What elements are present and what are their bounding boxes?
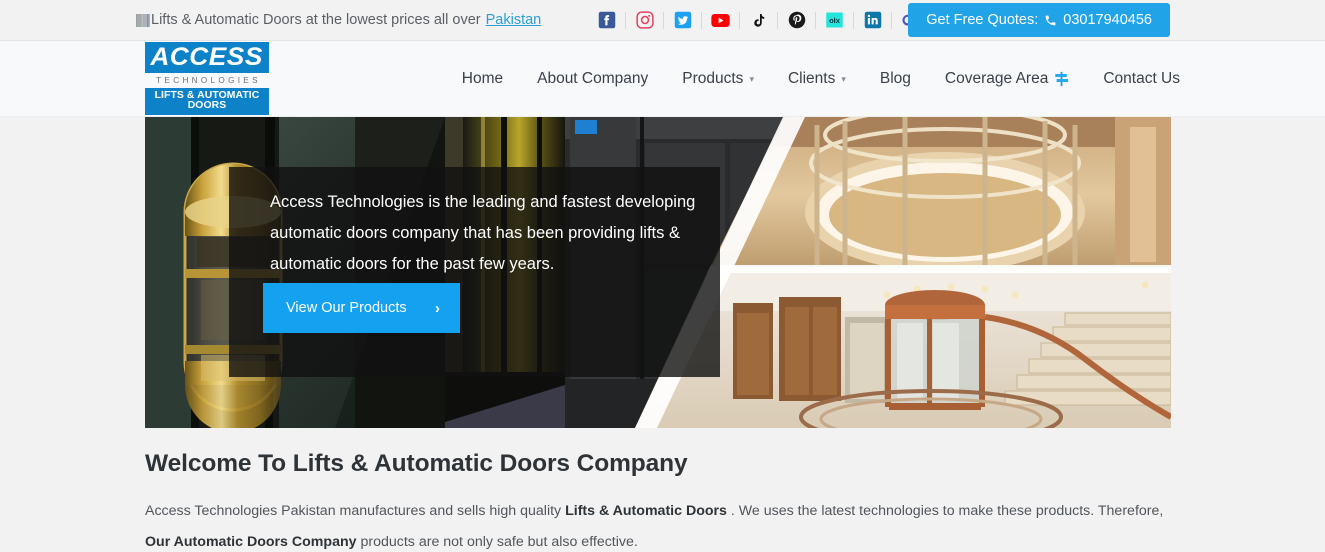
social-divider (701, 11, 703, 29)
social-divider (625, 11, 627, 29)
nav-label: Blog (879, 69, 911, 87)
olx-icon[interactable]: olx (825, 11, 844, 30)
nav-label: Home (461, 69, 504, 87)
social-divider (891, 11, 893, 29)
welcome-text-1: Access Technologies Pakistan manufacture… (145, 503, 566, 519)
nav-item-clients[interactable]: Clients ▾ (771, 70, 863, 88)
hero-headline: Access Technologies is the leading and f… (270, 193, 696, 273)
tagline-text: Lifts & Automatic Doors at the lowest pr… (151, 12, 481, 28)
page-title: Welcome To Lifts & Automatic Doors Compa… (145, 450, 688, 477)
hero-banner: 0 (145, 117, 1171, 428)
hero-cta-label: View Our Products (286, 300, 407, 316)
social-divider (739, 11, 741, 29)
logo-word: ACCESS (150, 42, 264, 71)
nav-item-products[interactable]: Products ▾ (665, 70, 771, 88)
linkedin-icon[interactable] (863, 11, 882, 30)
chevron-down-icon: ▾ (749, 74, 754, 84)
tagline: Lifts & Automatic Doors at the lowest pr… (136, 12, 541, 28)
welcome-strong-2: Our Automatic Doors Company (145, 534, 357, 550)
youtube-icon[interactable] (711, 11, 730, 30)
welcome-strong-1: Lifts & Automatic Doors (565, 503, 727, 519)
social-divider (853, 11, 855, 29)
nav-item-about-company[interactable]: About Company (520, 70, 665, 88)
nav-item-contact-us[interactable]: Contact Us (1086, 70, 1180, 88)
nav-item-home[interactable]: Home (445, 70, 520, 88)
welcome-text-3: products are not only safe but also effe… (356, 534, 638, 550)
twitter-icon[interactable] (673, 11, 692, 30)
svg-text:olx: olx (829, 16, 841, 25)
welcome-text-2: . We uses the latest technologies to mak… (726, 503, 1164, 519)
site-header: ACCESS TECHNOLOGIES LIFTS & AUTOMATIC DO… (0, 41, 1325, 117)
color-bars-icon (136, 13, 150, 27)
instagram-icon[interactable] (635, 11, 654, 30)
logo-tagline: LIFTS & AUTOMATIC DOORS (145, 87, 269, 116)
logo-wordmark-box: ACCESS (145, 41, 269, 73)
nav-label: Coverage Area (944, 69, 1049, 87)
social-divider (815, 11, 817, 29)
nav-label: Clients (787, 69, 836, 87)
tagline-pakistan-link[interactable]: Pakistan (486, 12, 542, 28)
nav-label: About Company (537, 69, 649, 87)
signpost-icon (1055, 71, 1069, 86)
phone-icon (1045, 15, 1056, 25)
view-our-products-button[interactable]: View Our Products › (263, 283, 460, 333)
get-free-quotes-button[interactable]: Get Free Quotes: 03017940456 (908, 3, 1170, 37)
quote-phone: 03017940456 (1063, 12, 1152, 28)
nav-label: Contact Us (1103, 69, 1180, 87)
logo-subtitle: TECHNOLOGIES (156, 75, 261, 85)
pinterest-icon[interactable] (787, 11, 806, 30)
nav-label: Products (682, 69, 744, 87)
main-content: 0 (0, 117, 1325, 552)
logo[interactable]: ACCESS TECHNOLOGIES LIFTS & AUTOMATIC DO… (145, 41, 269, 116)
nav-item-blog[interactable]: Blog (863, 70, 928, 88)
social-divider (777, 11, 779, 29)
welcome-paragraph: Access Technologies Pakistan manufacture… (145, 496, 1175, 552)
main-nav: Home About Company Products ▾ Clients ▾ … (445, 70, 1180, 88)
social-links: olx (588, 11, 929, 30)
tiktok-icon[interactable] (749, 11, 768, 30)
chevron-down-icon: ▾ (841, 74, 846, 84)
social-divider (663, 11, 665, 29)
nav-item-coverage-area[interactable]: Coverage Area (928, 70, 1086, 88)
facebook-icon[interactable] (597, 11, 616, 30)
quote-label: Get Free Quotes: (926, 12, 1039, 28)
chevron-right-icon: › (435, 299, 440, 317)
top-bar: Lifts & Automatic Doors at the lowest pr… (0, 0, 1325, 41)
